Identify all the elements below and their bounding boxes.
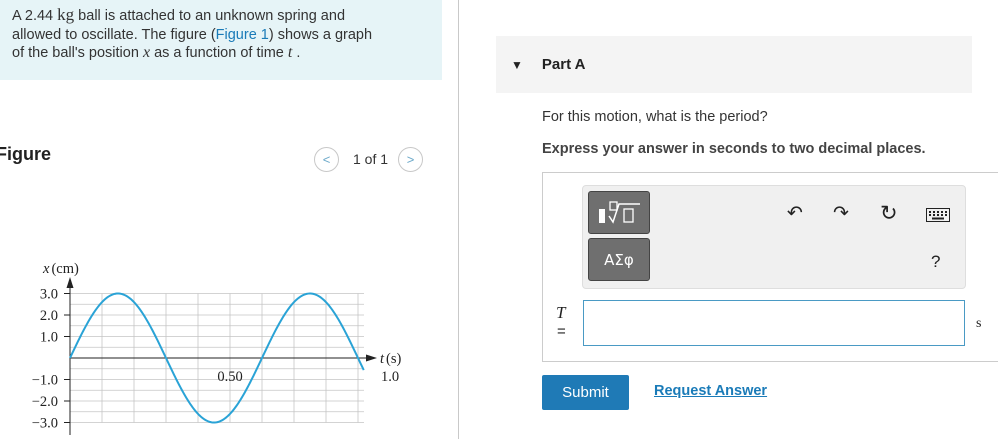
var-x: x	[142, 44, 151, 61]
y-tick-label: 1.0	[40, 330, 58, 346]
figure-title: Figure	[0, 144, 52, 164]
answer-input[interactable]	[583, 300, 965, 346]
keyboard-icon[interactable]	[926, 208, 950, 222]
answer-panel-divider	[542, 361, 998, 362]
y-axis-arrow	[66, 277, 74, 288]
instruction-text: Express your answer in seconds to two de…	[542, 141, 926, 157]
y-axis-label: x (cm)	[42, 261, 79, 277]
part-title: Part A	[541, 56, 586, 73]
problem-line-1: A 2.44 kg ball is attached to an unknown…	[12, 5, 346, 24]
problem-line-2: allowed to oscillate. The figure (Figure…	[12, 26, 373, 43]
symbols-button[interactable]: ΑΣφ	[588, 238, 650, 281]
x-axis-label: t (s)	[380, 351, 402, 367]
help-button[interactable]: ?	[931, 252, 940, 272]
figure-pager: < 1 of 1 >	[314, 146, 424, 172]
unit-kg: kg	[57, 5, 75, 24]
y-tick-labels: 3.0 2.0 1.0 −1.0 −2.0 −3.0	[32, 287, 70, 432]
math-toolbar: ΑΣφ ↶ ↷ ↻ ?	[582, 185, 966, 289]
y-tick-label: −2.0	[32, 394, 58, 410]
templates-icon	[599, 200, 640, 224]
figure-link[interactable]: Figure 1	[216, 27, 269, 43]
prev-figure-button[interactable]: <	[314, 146, 339, 172]
y-tick-label: −3.0	[32, 416, 58, 432]
answer-variable: T	[556, 303, 566, 322]
collapse-toggle-icon[interactable]: ▼	[511, 58, 523, 72]
x-axis-arrow	[366, 354, 377, 362]
position-time-graph: x (cm) t (s) 3.0 2.0 1.0 −1.0 −2.0 −3.0 0.50 1.0	[32, 261, 402, 435]
y-tick-label: 3.0	[40, 287, 58, 303]
part-a-header[interactable]: ▼ Part A	[496, 36, 972, 93]
redo-icon[interactable]: ↷	[833, 204, 849, 223]
column-divider	[458, 0, 459, 439]
equals-sign: =	[557, 323, 566, 340]
y-tick-label: −1.0	[32, 373, 58, 389]
problem-statement: A 2.44 kg ball is attached to an unknown…	[0, 0, 442, 80]
x-tick-label: 1.0	[381, 369, 399, 385]
request-answer-link[interactable]: Request Answer	[654, 383, 767, 399]
problem-line-3: of the ball's position x as a function o…	[12, 44, 301, 61]
y-tick-label: 2.0	[40, 308, 58, 324]
reset-icon[interactable]: ↻	[880, 203, 898, 224]
undo-icon[interactable]: ↶	[787, 204, 803, 223]
figure-count: 1 of 1	[353, 151, 389, 167]
submit-button[interactable]: Submit	[542, 375, 629, 410]
question-text: For this motion, what is the period?	[542, 109, 768, 125]
answer-unit: s	[976, 316, 982, 331]
x-tick-labels: 0.50 1.0	[217, 369, 399, 385]
x-tick-label: 0.50	[217, 369, 242, 385]
x-axis	[70, 354, 377, 362]
next-figure-button[interactable]: >	[398, 146, 424, 172]
templates-button[interactable]	[588, 191, 650, 234]
